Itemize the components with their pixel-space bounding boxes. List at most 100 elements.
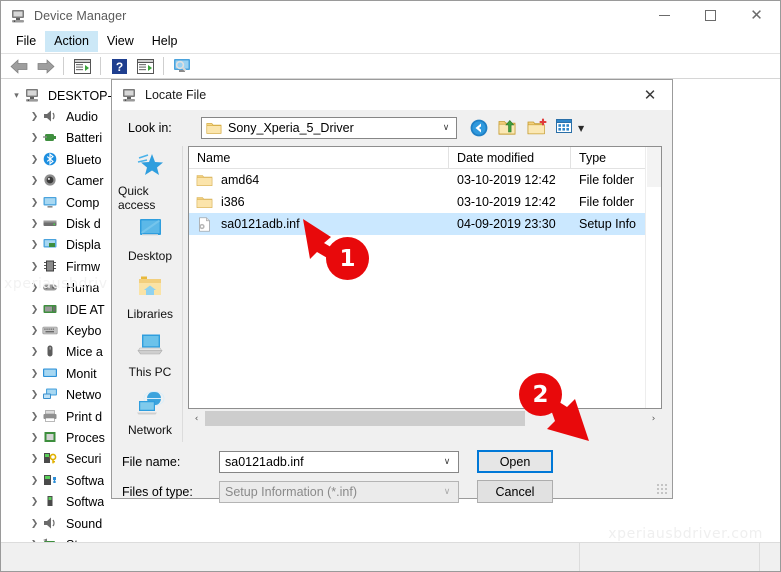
ide-controller-icon	[42, 302, 60, 318]
chevron-right-icon[interactable]: ❯	[27, 476, 42, 486]
chevron-right-icon[interactable]: ❯	[27, 198, 42, 208]
forward-icon[interactable]	[33, 55, 57, 77]
menu-file[interactable]: File	[7, 31, 45, 52]
chevron-right-icon[interactable]: ❯	[27, 219, 42, 229]
disk-drive-icon	[42, 216, 60, 232]
up-one-level-icon[interactable]	[498, 118, 519, 138]
toolbar: ?	[1, 53, 780, 79]
chevron-right-icon[interactable]: ❯	[27, 412, 42, 422]
scroll-left-icon[interactable]: ‹	[188, 410, 205, 427]
toolbar-separator	[163, 57, 164, 75]
scan-hardware-icon[interactable]	[170, 55, 194, 77]
open-button[interactable]: Open	[477, 450, 553, 473]
filetype-value: Setup Information (*.inf)	[225, 484, 358, 499]
chevron-down-icon[interactable]: ∨	[436, 123, 456, 133]
file-list-vertical-scrollbar[interactable]	[645, 147, 661, 408]
menu-help[interactable]: Help	[143, 31, 187, 52]
folder-icon	[206, 121, 222, 135]
software-component-icon	[42, 473, 60, 489]
chevron-right-icon[interactable]: ❯	[27, 283, 42, 293]
back-icon[interactable]	[7, 55, 31, 77]
lookin-value: Sony_Xperia_5_Driver	[228, 121, 354, 135]
file-date-cell: 03-10-2019 12:42	[457, 173, 556, 187]
tree-item-label: Mice a	[66, 345, 103, 360]
chevron-right-icon[interactable]: ❯	[27, 305, 42, 315]
tree-item-label: Huma	[66, 281, 100, 296]
close-icon: ✕	[643, 86, 657, 104]
column-header-label: Name	[197, 150, 231, 165]
dialog-titlebar: Locate File ✕	[112, 80, 672, 110]
chevron-right-icon[interactable]: ❯	[27, 112, 42, 122]
cancel-button[interactable]: Cancel	[477, 480, 553, 503]
place-network[interactable]: Network	[118, 384, 182, 442]
toolbar-separator	[100, 57, 101, 75]
chevron-right-icon[interactable]: ❯	[27, 390, 42, 400]
chevron-right-icon[interactable]: ❯	[27, 133, 42, 143]
file-date-cell: 03-10-2019 12:42	[457, 195, 556, 209]
file-list-horizontal-scrollbar[interactable]: ‹ ›	[188, 410, 662, 427]
update-driver-icon[interactable]	[133, 55, 157, 77]
back-navigation-icon[interactable]	[469, 118, 490, 138]
dialog-main: Quick access Desktop Libraries This PC N…	[112, 146, 672, 442]
tree-item-label: Audio	[66, 110, 98, 125]
close-icon: ✕	[750, 6, 763, 24]
chevron-right-icon[interactable]: ❯	[27, 155, 42, 165]
chevron-right-icon[interactable]: ❯	[27, 454, 42, 464]
chevron-right-icon[interactable]: ❯	[27, 369, 42, 379]
file-name-label: amd64	[221, 173, 260, 187]
maximize-button[interactable]	[687, 1, 733, 30]
table-row[interactable]: sa0121adb.inf 04-09-2019 23:30 Setup Inf…	[189, 213, 661, 235]
tree-item-label: Batteri	[66, 131, 103, 146]
menu-view[interactable]: View	[98, 31, 143, 52]
scroll-right-icon[interactable]: ›	[645, 410, 662, 427]
chevron-right-icon[interactable]: ❯	[27, 347, 42, 357]
lookin-combobox[interactable]: Sony_Xperia_5_Driver ∨	[201, 117, 457, 139]
column-header-date-modified[interactable]: Date modified	[449, 147, 571, 169]
chevron-right-icon[interactable]: ❯	[27, 433, 42, 443]
minimize-button[interactable]	[641, 1, 687, 30]
chevron-down-icon[interactable]: ▾	[9, 91, 24, 101]
properties-icon[interactable]	[70, 55, 94, 77]
status-segment-main	[1, 543, 580, 571]
place-label: Desktop	[127, 248, 173, 263]
dialog-close-button[interactable]: ✕	[628, 80, 672, 110]
chevron-right-icon[interactable]: ❯	[27, 326, 42, 336]
place-desktop[interactable]: Desktop	[118, 210, 182, 268]
chevron-down-icon[interactable]: ∨	[436, 457, 458, 467]
scrollbar-thumb[interactable]	[647, 147, 661, 187]
status-segment-secondary	[580, 543, 760, 571]
help-icon[interactable]: ?	[107, 55, 131, 77]
scrollbar-thumb[interactable]	[205, 411, 525, 426]
file-list[interactable]: Name ⌃ Date modified Type amd64 03-10-20…	[188, 146, 662, 409]
tree-item-label: Blueto	[66, 152, 102, 167]
camera-icon	[42, 173, 60, 189]
filename-input[interactable]: sa0121adb.inf ∨	[219, 450, 459, 473]
scrollbar-track[interactable]	[205, 410, 645, 427]
place-libraries[interactable]: Libraries	[118, 268, 182, 326]
lookin-bar: Look in: Sony_Xperia_5_Driver ∨ ▼	[112, 110, 672, 146]
tree-item-label: Proces	[66, 430, 105, 445]
chevron-right-icon[interactable]: ❯	[27, 176, 42, 186]
column-header-name[interactable]: Name ⌃	[189, 147, 449, 169]
chevron-down-icon[interactable]: ▼	[578, 124, 584, 133]
table-row[interactable]: i386 03-10-2019 12:42 File folder	[189, 191, 661, 213]
file-list-header: Name ⌃ Date modified Type	[189, 147, 661, 169]
chevron-right-icon[interactable]: ❯	[27, 519, 42, 529]
lookin-label: Look in:	[128, 121, 172, 135]
computer-icon	[24, 88, 42, 104]
create-new-folder-icon[interactable]	[527, 118, 548, 138]
place-this-pc[interactable]: This PC	[118, 326, 182, 384]
place-label: Quick access	[118, 183, 156, 212]
views-icon[interactable]	[556, 118, 573, 138]
menu-action[interactable]: Action	[45, 31, 98, 52]
chevron-right-icon[interactable]: ❯	[27, 497, 42, 507]
gamepad-icon	[42, 280, 60, 296]
chevron-right-icon[interactable]: ❯	[27, 240, 42, 250]
tree-item-label: Monit	[66, 366, 97, 381]
chevron-right-icon[interactable]: ❯	[27, 262, 42, 272]
this-pc-icon	[133, 332, 167, 362]
close-button[interactable]: ✕	[733, 1, 780, 30]
dialog-resize-grip[interactable]	[656, 483, 668, 495]
place-quick-access[interactable]: Quick access	[118, 152, 182, 212]
table-row[interactable]: amd64 03-10-2019 12:42 File folder	[189, 169, 661, 191]
